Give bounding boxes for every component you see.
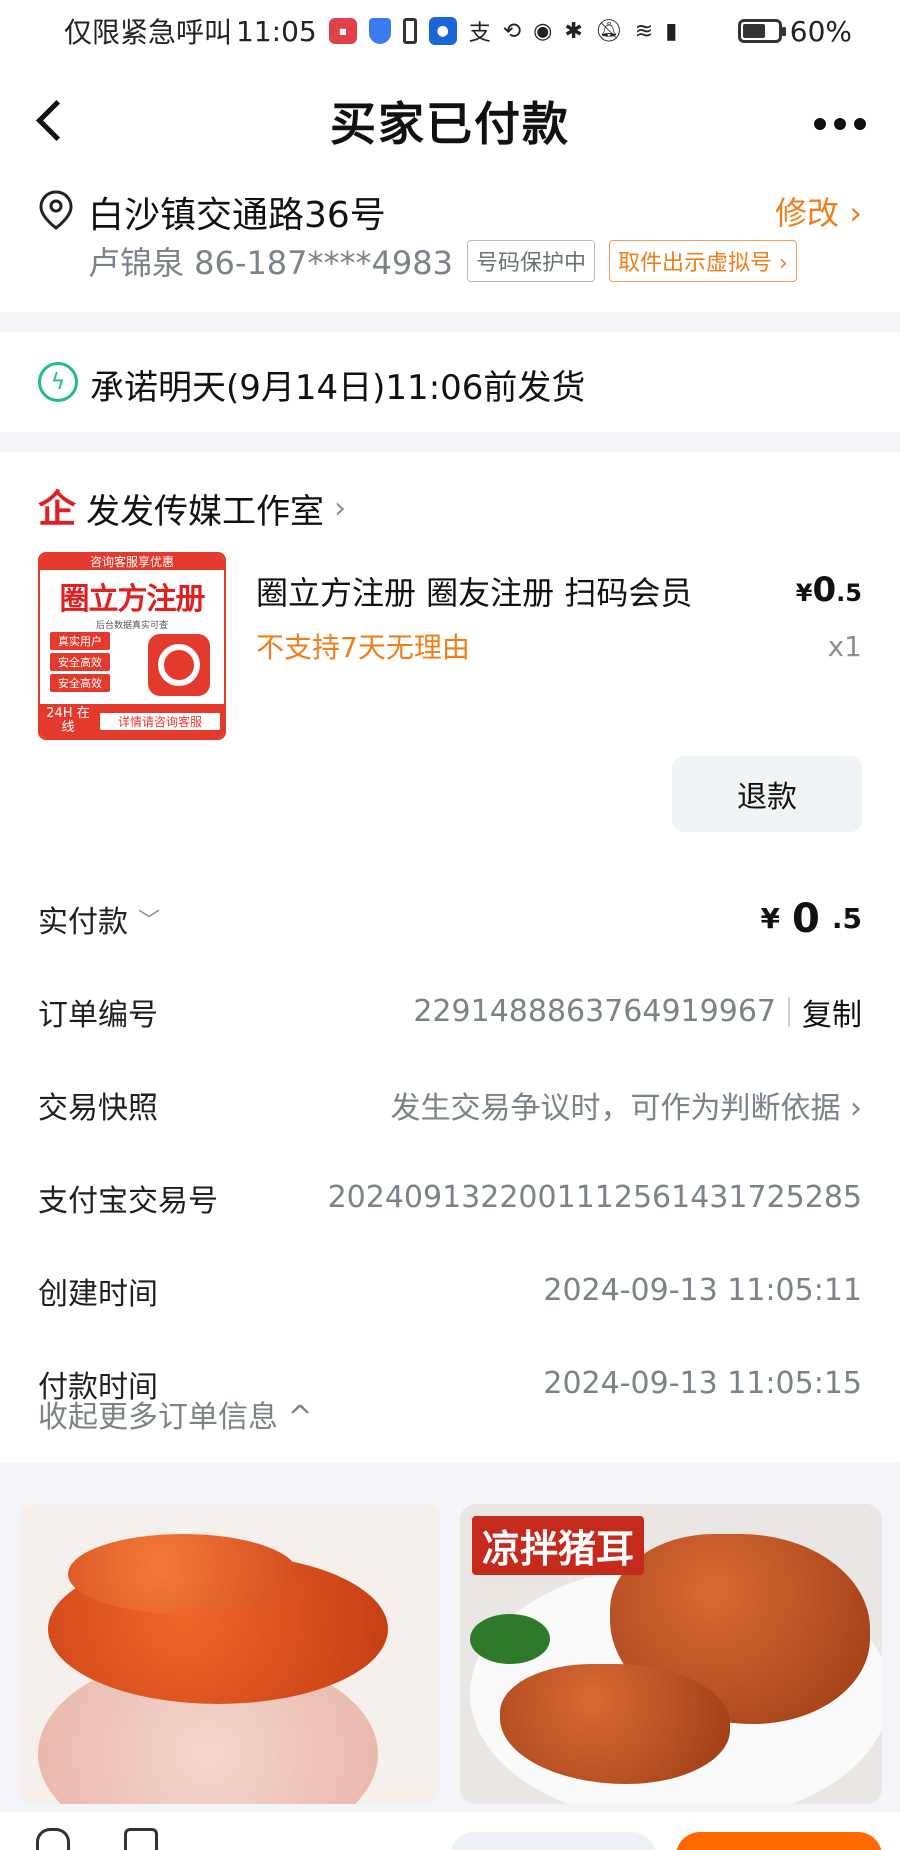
status-icons: ■ ● 支 ⟲ ◉ ✱ 🔕︎ ≋ ▮	[328, 15, 678, 47]
app-logo-icon	[148, 634, 210, 696]
divider	[788, 996, 790, 1027]
phone-icon	[402, 18, 417, 44]
thumb-title: 圈立方注册	[59, 582, 206, 617]
thumb-badge: 24H 在线	[46, 706, 90, 735]
created-time: 2024-09-13 11:05:11	[543, 1273, 862, 1308]
paid-amount-row[interactable]: 实付款 ﹀ ¥0.5	[38, 872, 862, 965]
delivery-promise-text: 承诺明天(9月14日)11:06前发货	[90, 368, 586, 408]
alipay-trade-row: 支付宝交易号 2024091322001112561431725285	[38, 1151, 862, 1244]
more-dots-icon[interactable]	[814, 118, 866, 130]
bottom-action-bar	[0, 1812, 900, 1850]
carrier-text: 仅限紧急呼叫	[64, 16, 233, 49]
product-name[interactable]: 圈立方注册 圈友注册 扫码会员	[256, 568, 692, 614]
contact-row: 卢锦泉 86-187****4983 号码保护中 取件出示虚拟号 ›	[88, 238, 797, 284]
shop-icon[interactable]	[36, 1828, 70, 1850]
snapshot-link: 发生交易争议时，可作为判断依据 ›	[390, 1090, 862, 1126]
eye-icon: ◉	[533, 18, 553, 44]
enterprise-icon: 企	[38, 486, 77, 531]
battery-percent: 60%	[789, 14, 852, 48]
row-label: 实付款	[38, 904, 128, 940]
assistant-icon: ●	[428, 17, 457, 45]
row-label: 交易快照	[38, 1090, 158, 1126]
recommendation-card[interactable]: 凉拌猪耳	[460, 1504, 882, 1804]
number-protected-tag: 号码保护中	[466, 240, 595, 282]
clock: 11:05	[236, 14, 317, 48]
thumb-cta: 详情请咨询客服	[100, 712, 220, 730]
alipay-icon: 支	[468, 21, 491, 46]
signal-icon: ▮	[665, 18, 678, 44]
product-thumbnail[interactable]: 咨询客服享优惠 圈立方注册 后台数据真实可查 真实用户 安全高效 安全高效 24…	[38, 552, 226, 740]
chevron-right-icon: ›	[334, 491, 347, 526]
return-policy-note: 不支持7天无理由	[256, 631, 470, 664]
shop-name: 发发传媒工作室	[86, 492, 325, 532]
paid-amount: ¥0.5	[760, 895, 862, 942]
collapse-order-info-button[interactable]: 收起更多订单信息 ^	[38, 1392, 313, 1436]
thumb-pills: 真实用户 安全高效 安全高效	[50, 632, 110, 692]
address-card: 白沙镇交通路36号 修改 › 卢锦泉 86-187****4983 号码保护中 …	[0, 180, 900, 312]
recommendation-card[interactable]	[18, 1504, 440, 1804]
back-chevron-icon[interactable]	[32, 98, 72, 146]
paid-time: 2024-09-13 11:05:15	[543, 1366, 862, 1401]
order-card: 企 发发传媒工作室 › 咨询客服享优惠 圈立方注册 后台数据真实可查 真实用户 …	[0, 452, 900, 1462]
chat-icon[interactable]	[124, 1828, 158, 1850]
virtual-number-button[interactable]: 取件出示虚拟号 ›	[608, 240, 797, 282]
thumb-pill: 真实用户	[50, 632, 110, 650]
recommendation-title: 凉拌猪耳	[472, 1516, 645, 1575]
thumb-pill: 安全高效	[50, 653, 110, 671]
chevron-down-icon: ﹀	[138, 908, 161, 934]
row-label: 创建时间	[38, 1276, 158, 1312]
address-location: 白沙镇交通路36号	[88, 195, 386, 236]
recommendations: 凉拌猪耳	[0, 1482, 900, 1812]
product-image	[68, 1534, 298, 1614]
row-label: 订单编号	[38, 997, 158, 1033]
shield-icon	[368, 18, 391, 44]
edit-address-button[interactable]: 修改 ›	[775, 188, 862, 234]
page-title: 买家已付款	[330, 97, 570, 151]
copy-button[interactable]: 复制	[802, 990, 862, 1034]
thumb-subtitle: 后台数据真实可查	[95, 621, 168, 631]
thumb-pill: 安全高效	[50, 674, 110, 692]
nav-bar: 买家已付款	[0, 62, 900, 180]
wifi-icon: ≋	[634, 18, 654, 44]
product-price: ¥0.5	[795, 570, 862, 610]
primary-action-button[interactable]	[676, 1832, 882, 1850]
product-quantity: x1	[827, 630, 862, 663]
lightning-icon: ϟ	[38, 362, 78, 402]
location-pin-icon	[39, 190, 73, 230]
alipay-trade-number: 2024091322001112561431725285	[327, 1180, 862, 1215]
sync-icon: ⟲	[502, 18, 522, 44]
thumb-bottom-banner: 24H 在线 详情请咨询客服	[40, 704, 224, 738]
battery-icon	[737, 19, 786, 43]
row-label: 支付宝交易号	[38, 1183, 218, 1219]
order-number: 2291488863764919967	[413, 994, 776, 1029]
product-image	[470, 1614, 550, 1664]
contact-info: 卢锦泉 86-187****4983	[88, 244, 453, 282]
app-icon: ■	[328, 18, 357, 44]
battery: 60%	[737, 14, 852, 48]
refund-button[interactable]: 退款	[672, 756, 862, 832]
secondary-action-button[interactable]	[450, 1832, 656, 1850]
status-bar: 仅限紧急呼叫 11:05 ■ ● 支 ⟲ ◉ ✱ 🔕︎ ≋ ▮ 60%	[0, 0, 900, 62]
order-info-list: 实付款 ﹀ ¥0.5 订单编号 2291488863764919967 复制 交易快…	[38, 872, 862, 1430]
snapshot-row[interactable]: 交易快照 发生交易争议时，可作为判断依据 ›	[38, 1058, 862, 1151]
delivery-promise-card: ϟ 承诺明天(9月14日)11:06前发货	[0, 332, 900, 432]
thumb-top-banner: 咨询客服享优惠	[40, 554, 224, 570]
mute-icon: 🔕︎	[594, 18, 623, 44]
shop-link[interactable]: 企 发发传媒工作室 ›	[38, 484, 346, 533]
bluetooth-icon: ✱	[564, 18, 583, 44]
created-time-row: 创建时间 2024-09-13 11:05:11	[38, 1244, 862, 1337]
order-number-row: 订单编号 2291488863764919967 复制	[38, 965, 862, 1058]
